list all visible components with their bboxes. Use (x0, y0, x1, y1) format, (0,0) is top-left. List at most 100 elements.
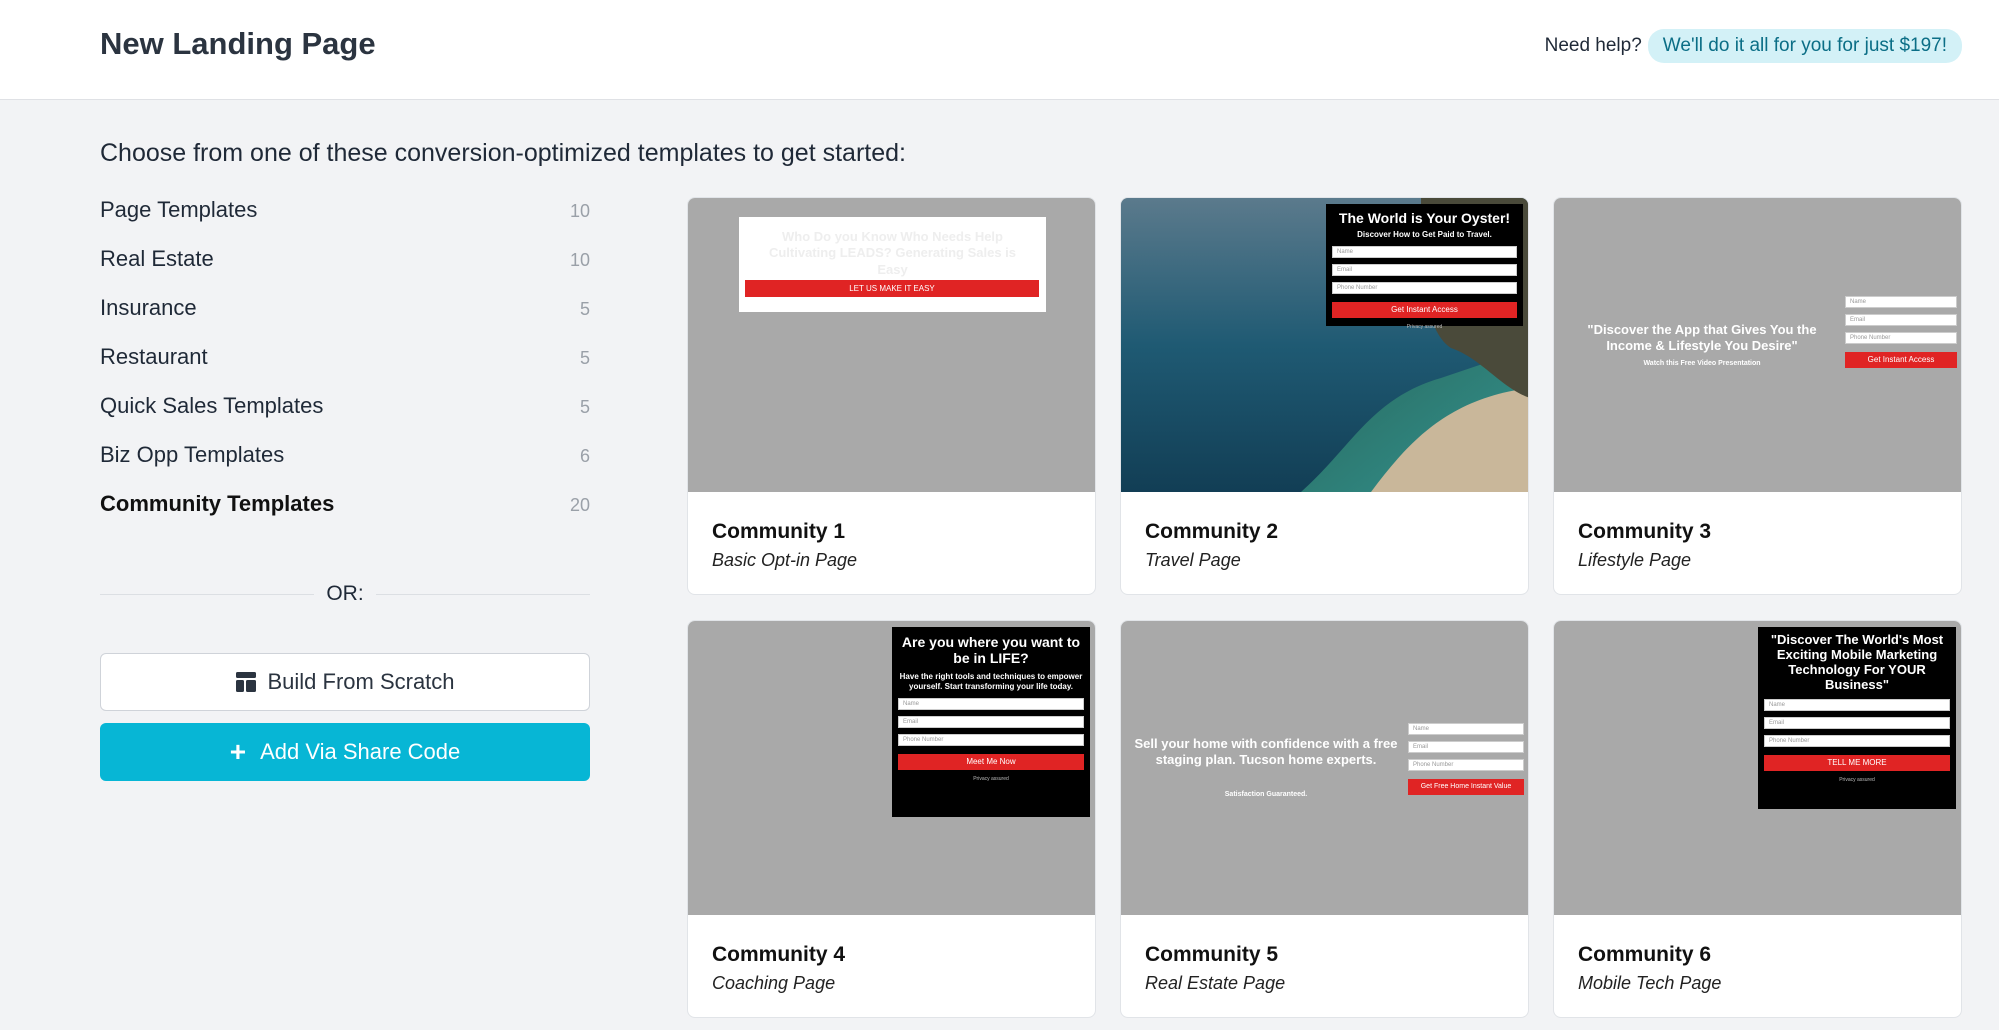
thumb-headline: Who Do you Know Who Needs Help Cultivati… (768, 229, 1017, 277)
thumb-button: LET US MAKE IT EASY (745, 280, 1039, 297)
thumb-input: Email (1764, 716, 1950, 729)
template-subtitle: Basic Opt-in Page (712, 550, 858, 570)
thumb-privacy: Privacy assured (973, 776, 1009, 783)
template-subtitle: Travel Page (1145, 550, 1241, 570)
category-count: 20 (569, 495, 590, 515)
thumb-headline: Are you where you want to be in LIFE? (901, 634, 1081, 667)
template-thumbnail: The World is Your Oyster! Discover How t… (1121, 198, 1528, 492)
intro-text: Choose from one of these conversion-opti… (100, 139, 906, 167)
template-card-community-4[interactable]: Are you where you want to be in LIFE? Ha… (687, 620, 1096, 1018)
thumb-input: Phone Number (1845, 332, 1957, 344)
template-thumbnail: Sell your home with confidence with a fr… (1121, 621, 1528, 915)
category-biz-opp[interactable]: Biz Opp Templates 6 (100, 442, 590, 491)
category-count: 5 (579, 348, 590, 368)
category-label: Page Templates (100, 197, 258, 222)
thumb-subheadline: Discover How to Get Paid to Travel. (1357, 230, 1492, 240)
template-card-community-1[interactable]: Who Do you Know Who Needs Help Cultivati… (687, 197, 1096, 595)
layout-icon (236, 672, 257, 692)
done-for-you-link[interactable]: We'll do it all for you for just $197! (1647, 29, 1962, 63)
template-card-community-3[interactable]: "Discover the App that Gives You the Inc… (1553, 197, 1962, 595)
help-label: Need help? (1544, 35, 1642, 56)
thumb-input: Name (1408, 723, 1524, 735)
template-subtitle: Real Estate Page (1145, 973, 1286, 993)
category-count: 10 (569, 250, 590, 270)
template-title: Community 5 (1145, 943, 1279, 966)
optin-form: The World is Your Oyster! Discover How t… (1326, 204, 1523, 330)
thumb-button: Get Instant Access (1845, 352, 1957, 368)
category-insurance[interactable]: Insurance 5 (100, 295, 590, 344)
template-card-community-2[interactable]: The World is Your Oyster! Discover How t… (1120, 197, 1529, 595)
template-subtitle: Mobile Tech Page (1578, 973, 1722, 993)
category-community[interactable]: Community Templates 20 (100, 491, 590, 540)
category-count: 10 (569, 201, 590, 221)
help-area: Need help? We'll do it all for you for j… (1545, 29, 1962, 63)
category-restaurant[interactable]: Restaurant 5 (100, 344, 590, 393)
template-thumbnail: "Discover The World's Most Exciting Mobi… (1554, 621, 1961, 915)
category-count: 5 (579, 299, 590, 319)
thumb-input: Phone Number (898, 734, 1084, 747)
category-label: Real Estate (100, 246, 214, 271)
build-from-scratch-button[interactable]: Build From Scratch (100, 653, 590, 711)
thumb-privacy: Privacy assured (1839, 776, 1875, 783)
category-label: Biz Opp Templates (100, 442, 285, 467)
optin-form: Are you where you want to be in LIFE? Ha… (892, 627, 1090, 817)
category-quick-sales[interactable]: Quick Sales Templates 5 (100, 393, 590, 442)
thumb-input: Phone Number (1408, 759, 1524, 771)
top-header: New Landing Page Need help? We'll do it … (0, 0, 1999, 100)
thumb-input: Phone Number (1764, 734, 1950, 747)
template-title: Community 6 (1578, 943, 1712, 966)
thumb-headline: "Discover The World's Most Exciting Mobi… (1770, 632, 1944, 692)
thumb-input: Phone Number (1332, 282, 1517, 295)
thumb-input: Name (898, 698, 1084, 711)
thumb-headline: The World is Your Oyster! (1338, 210, 1511, 226)
or-divider: OR: (100, 579, 590, 609)
thumb-input: Name (1764, 698, 1950, 711)
template-thumbnail: Who Do you Know Who Needs Help Cultivati… (688, 198, 1095, 492)
optin-box: Who Do you Know Who Needs Help Cultivati… (739, 217, 1046, 312)
category-count: 6 (579, 446, 590, 466)
thumb-input: Email (898, 716, 1084, 729)
card-info: Community 4 Coaching Page (712, 943, 845, 994)
thumb-input: Email (1332, 264, 1517, 277)
card-info: Community 5 Real Estate Page (1145, 943, 1285, 994)
card-info: Community 2 Travel Page (1145, 520, 1278, 571)
build-from-scratch-label: Build From Scratch (267, 669, 455, 694)
card-info: Community 1 Basic Opt-in Page (712, 520, 857, 571)
add-via-share-code-button[interactable]: + Add Via Share Code (100, 723, 590, 781)
category-page-templates[interactable]: Page Templates 10 (100, 197, 590, 246)
category-label: Community Templates (100, 491, 335, 516)
category-count: 5 (579, 397, 590, 417)
category-real-estate[interactable]: Real Estate 10 (100, 246, 590, 295)
thumb-subheadline: Watch this Free Video Presentation (1643, 360, 1761, 367)
optin-form: Name Email Phone Number Get Free Home In… (1408, 723, 1524, 795)
page-title: New Landing Page (100, 26, 376, 61)
category-label: Restaurant (100, 344, 208, 369)
thumb-headline: "Discover the App that Gives You the Inc… (1587, 322, 1817, 353)
template-thumbnail: "Discover the App that Gives You the Inc… (1554, 198, 1961, 492)
thumb-subheadline: Have the right tools and techniques to e… (899, 672, 1083, 692)
template-card-community-6[interactable]: "Discover The World's Most Exciting Mobi… (1553, 620, 1962, 1018)
template-title: Community 4 (712, 943, 846, 966)
thumb-input: Email (1408, 741, 1524, 753)
or-label: OR: (326, 582, 364, 605)
category-list: Page Templates 10 Real Estate 10 Insuran… (100, 197, 590, 540)
template-title: Community 3 (1578, 520, 1712, 543)
thumb-input: Name (1332, 246, 1517, 259)
template-title: Community 1 (712, 520, 846, 543)
thumb-input: Name (1845, 296, 1957, 308)
add-via-share-code-label: Add Via Share Code (260, 739, 461, 764)
thumb-button: Meet Me Now (898, 754, 1084, 771)
plus-icon: + (229, 736, 247, 767)
category-label: Quick Sales Templates (100, 393, 324, 418)
optin-form: "Discover The World's Most Exciting Mobi… (1758, 627, 1956, 809)
template-subtitle: Coaching Page (712, 973, 836, 993)
thumb-button: Get Instant Access (1332, 302, 1517, 319)
category-label: Insurance (100, 295, 197, 320)
thumb-headline: Sell your home with confidence with a fr… (1134, 736, 1398, 767)
thumb-input: Email (1845, 314, 1957, 326)
divider-line (375, 593, 590, 595)
template-thumbnail: Are you where you want to be in LIFE? Ha… (688, 621, 1095, 915)
template-subtitle: Lifestyle Page (1578, 550, 1692, 570)
template-card-community-5[interactable]: Sell your home with confidence with a fr… (1120, 620, 1529, 1018)
thumb-privacy: Privacy assured (1406, 324, 1443, 331)
